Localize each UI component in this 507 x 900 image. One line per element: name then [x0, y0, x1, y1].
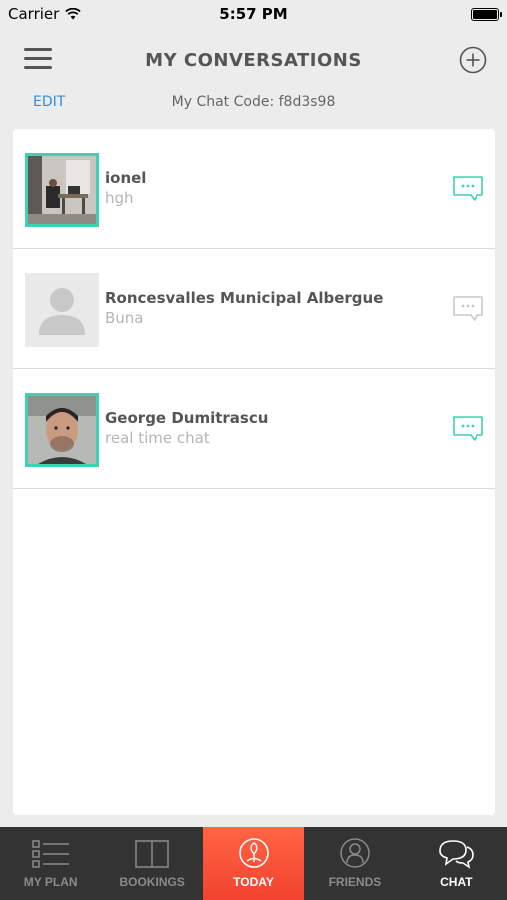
book-icon [135, 840, 169, 868]
chat-bubble-icon[interactable] [452, 295, 484, 323]
chat-code-label: My Chat Code: f8d3s98 [171, 94, 336, 110]
conversation-row[interactable]: George Dumitrascu real time chat [13, 369, 495, 489]
chat-bubble-icon[interactable] [452, 415, 484, 443]
avatar [25, 273, 99, 347]
tab-today[interactable]: TODAY [202, 827, 305, 900]
tab-my-plan[interactable]: MY PLAN [0, 827, 101, 900]
person-icon [340, 838, 370, 868]
last-message: hgh [105, 189, 134, 207]
tab-chat[interactable]: CHAT [406, 827, 507, 900]
contact-name: ionel [105, 169, 147, 187]
tab-label: MY PLAN [23, 875, 78, 889]
battery-icon [471, 7, 502, 21]
tab-label: CHAT [440, 875, 473, 889]
wifi-icon [65, 8, 82, 20]
add-conversation-icon[interactable] [459, 46, 487, 74]
last-message: Buna [105, 309, 144, 327]
contact-name: Roncesvalles Municipal Albergue [105, 289, 384, 307]
contact-name: George Dumitrascu [105, 409, 269, 427]
workspace-photo-image [28, 156, 96, 224]
tab-label: TODAY [233, 875, 274, 889]
conversations-list: ionel hgh Roncesvalles Municipal Albergu… [13, 129, 495, 815]
last-message: real time chat [105, 429, 210, 447]
avatar [25, 393, 99, 467]
status-left: Carrier [8, 5, 82, 23]
page-title: MY CONVERSATIONS [145, 49, 362, 71]
subheader: EDIT My Chat Code: f8d3s98 [0, 90, 507, 116]
tab-friends[interactable]: FRIENDS [304, 827, 405, 900]
hamburger-menu-icon[interactable] [24, 48, 52, 70]
chat-bubbles-icon [439, 840, 475, 869]
conversation-row[interactable]: Roncesvalles Municipal Albergue Buna [13, 249, 495, 369]
face-photo-image [28, 396, 96, 464]
chat-bubble-icon[interactable] [452, 175, 484, 203]
tab-label: FRIENDS [328, 875, 382, 889]
avatar [25, 153, 99, 227]
carrier-label: Carrier [8, 5, 60, 23]
compass-icon [238, 838, 269, 868]
tab-bookings[interactable]: BOOKINGS [101, 827, 202, 900]
tab-bar: MY PLAN BOOKINGS TODAY FRIENDS CHAT [0, 827, 507, 900]
person-placeholder-icon [39, 288, 85, 335]
conversation-row[interactable]: ionel hgh [13, 129, 495, 249]
status-bar: Carrier 5:57 PM [0, 0, 507, 28]
list-icon [31, 840, 69, 868]
tab-label: BOOKINGS [119, 875, 185, 889]
nav-header: MY CONVERSATIONS [0, 36, 507, 84]
